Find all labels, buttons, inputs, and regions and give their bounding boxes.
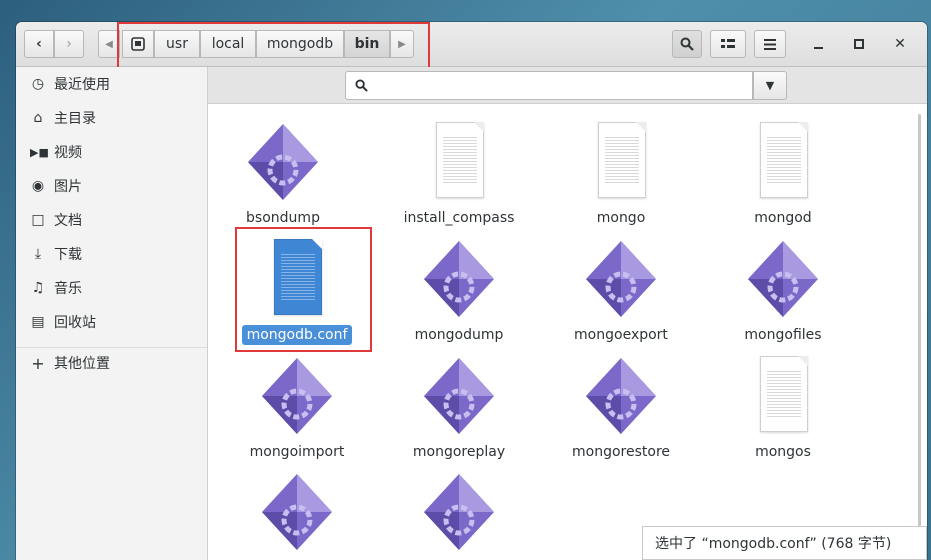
sidebar-item-recent[interactable]: ◷ 最近使用 [16, 69, 207, 99]
sidebar-item-label: 文档 [54, 213, 82, 229]
menu-button[interactable] [754, 30, 786, 58]
music-icon: ♫ [31, 280, 45, 296]
header-bar: ‹ › ◀ usr local mongodb bin ▶ ✕ [16, 22, 927, 70]
sidebar-item-home[interactable]: ⌂ 主目录 [16, 103, 207, 133]
back-button[interactable]: ‹ [24, 30, 54, 58]
selection-status: 选中了 “mongodb.conf” (768 字节) [642, 526, 927, 560]
sidebar-item-label: 下载 [54, 247, 82, 263]
executable-icon [424, 474, 494, 550]
search-icon [680, 37, 694, 51]
breadcrumb-highlight-box [117, 22, 430, 70]
download-icon: ⤓ [34, 246, 42, 262]
vertical-scrollbar[interactable] [918, 114, 921, 534]
home-icon: ⌂ [33, 110, 43, 126]
sidebar-item-downloads[interactable]: ⤓ 下载 [16, 239, 207, 269]
sidebar-item-label: 图片 [54, 179, 82, 195]
selected-file-highlight-box [235, 227, 372, 352]
executable-icon [586, 358, 656, 434]
chevron-left-icon: ‹ [36, 36, 42, 52]
trash-icon: ▤ [31, 314, 45, 330]
sidebar-item-music[interactable]: ♫ 音乐 [16, 273, 207, 303]
text-file-icon [584, 122, 658, 202]
sidebar-item-label: 视频 [54, 145, 82, 161]
hamburger-icon [764, 38, 776, 50]
search-filter-dropdown[interactable]: ▼ [753, 71, 787, 100]
maximize-button[interactable] [845, 30, 873, 58]
file-name: mongoreplay [412, 444, 506, 460]
file-name: mongoexport [574, 327, 668, 343]
search-input[interactable] [345, 71, 753, 100]
sidebar-item-pictures[interactable]: ◉ 图片 [16, 171, 207, 201]
executable-icon [586, 241, 656, 317]
search-button[interactable] [672, 30, 702, 58]
minimize-icon [813, 47, 823, 49]
sidebar-item-trash[interactable]: ▤ 回收站 [16, 307, 207, 337]
sidebar-item-label: 回收站 [54, 315, 96, 331]
clock-icon: ◷ [31, 76, 45, 92]
sidebar-item-other-locations[interactable]: + 其他位置 [16, 348, 207, 378]
arrow-left-icon: ◀ [105, 38, 113, 50]
file-name: bsondump [246, 210, 320, 226]
file-grid: bsondump install_compass mongo mongod mo… [208, 104, 927, 560]
close-button[interactable]: ✕ [886, 30, 914, 58]
chevron-down-icon: ▼ [765, 79, 775, 92]
selection-status-text: 选中了 “mongodb.conf” (768 字节) [655, 536, 892, 552]
close-icon: ✕ [894, 36, 906, 52]
sidebar-item-videos[interactable]: ▶■ 视频 [16, 137, 207, 167]
executable-icon [262, 474, 332, 550]
file-name: install_compass [403, 210, 515, 226]
view-toggle-button[interactable] [710, 30, 746, 58]
sidebar: ◷ 最近使用 ⌂ 主目录 ▶■ 视频 ◉ 图片 □ 文档 ⤓ 下载 ♫ 音乐 ▤ [16, 67, 208, 560]
minimize-button[interactable] [804, 30, 832, 58]
sidebar-item-label: 主目录 [54, 111, 96, 127]
plus-icon: + [31, 353, 45, 373]
executable-icon [424, 358, 494, 434]
text-file-icon [746, 356, 820, 436]
file-name: mongos [755, 444, 811, 460]
forward-button[interactable]: › [54, 30, 84, 58]
sidebar-item-label: 其他位置 [54, 356, 110, 372]
file-name: mongorestore [572, 444, 670, 460]
executable-icon [424, 241, 494, 317]
camera-icon: ◉ [31, 178, 45, 194]
search-bar: ▼ [208, 67, 927, 104]
document-icon: □ [31, 212, 45, 228]
text-file-icon [422, 122, 496, 202]
sidebar-item-label: 最近使用 [54, 77, 110, 93]
sidebar-item-label: 音乐 [54, 281, 82, 297]
maximize-icon [854, 39, 864, 49]
sidebar-item-documents[interactable]: □ 文档 [16, 205, 207, 235]
executable-icon [262, 358, 332, 434]
file-name: mongodump [414, 327, 504, 343]
search-icon [355, 79, 368, 92]
file-name: mongo [596, 210, 646, 226]
chevron-right-icon: › [66, 36, 72, 52]
executable-icon [748, 241, 818, 317]
file-name: mongoimport [249, 444, 345, 460]
video-icon: ▶■ [30, 145, 49, 159]
file-name: mongod [754, 210, 812, 226]
executable-icon [248, 124, 318, 200]
list-view-icon [721, 39, 735, 48]
file-name: mongofiles [744, 327, 822, 343]
text-file-icon [746, 122, 820, 202]
file-manager-window: ‹ › ◀ usr local mongodb bin ▶ ✕ ◷ 最近使用 ⌂… [16, 22, 927, 560]
